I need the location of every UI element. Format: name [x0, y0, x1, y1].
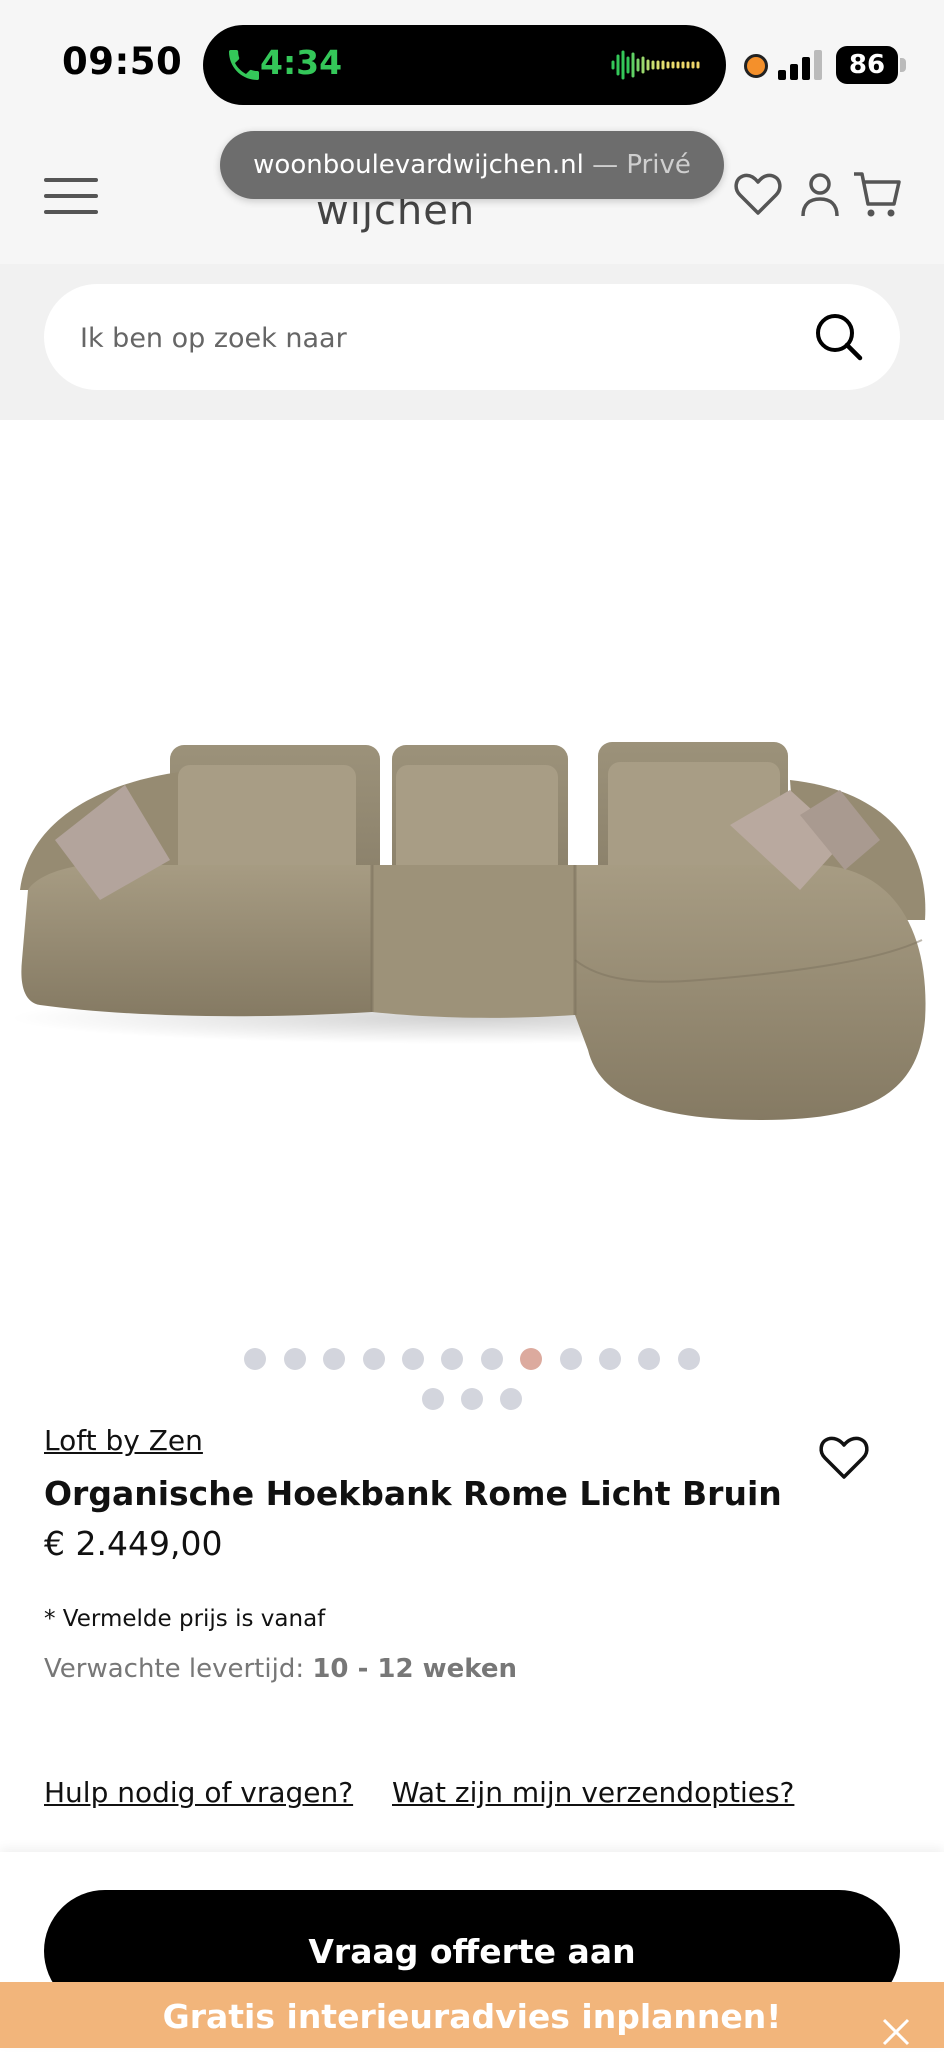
close-icon[interactable] — [880, 2012, 914, 2046]
product-image-gallery[interactable] — [0, 420, 944, 1320]
search-input[interactable] — [78, 284, 782, 392]
signal-icon — [778, 50, 822, 80]
battery-icon: 86 — [836, 46, 898, 84]
carousel-dot[interactable] — [362, 1348, 385, 1370]
dynamic-island-call[interactable]: 4:34 — [203, 25, 726, 105]
product-image[interactable] — [0, 420, 944, 1320]
carousel-dot[interactable] — [441, 1348, 464, 1370]
wishlist-heart-icon[interactable] — [818, 1434, 870, 1480]
search-icon[interactable] — [814, 312, 864, 362]
status-indicators: 86 — [740, 44, 930, 84]
delivery-time: Verwachte levertijd: 10 - 12 weken — [44, 1654, 517, 1684]
carousel-dot[interactable] — [520, 1348, 543, 1370]
carousel-dot[interactable] — [461, 1388, 483, 1410]
user-icon[interactable] — [800, 172, 840, 218]
phone-icon — [229, 50, 259, 80]
browser-private-label: — Privé — [592, 150, 691, 180]
carousel-dot[interactable] — [323, 1348, 346, 1370]
price-note: * Vermelde prijs is vanaf — [44, 1606, 326, 1632]
carousel-dot[interactable] — [480, 1348, 503, 1370]
carousel-dot[interactable] — [500, 1388, 523, 1410]
status-bar: 09:50 4:34 86 — [0, 0, 944, 128]
browser-domain: woonboulevardwijchen.nl — [253, 150, 584, 180]
help-link[interactable]: Hulp nodig of vragen? — [44, 1776, 353, 1809]
carousel-dot[interactable] — [559, 1348, 582, 1370]
carousel-dot[interactable] — [598, 1348, 621, 1370]
product-title: Organische Hoekbank Rome Licht Bruin — [44, 1474, 782, 1513]
audio-wave-icon — [611, 50, 700, 80]
battery-tip — [900, 58, 906, 72]
shipping-options-link[interactable]: Wat zijn mijn verzendopties? — [392, 1776, 794, 1809]
carousel-dot[interactable] — [677, 1348, 700, 1370]
delivery-label: Verwachte levertijd: — [44, 1654, 305, 1684]
cart-icon[interactable] — [852, 170, 902, 220]
search-box — [44, 284, 900, 392]
product-price: € 2.449,00 — [44, 1524, 223, 1563]
carousel-dot[interactable] — [244, 1348, 267, 1370]
carousel-dot[interactable] — [401, 1348, 424, 1370]
carousel-dot[interactable] — [638, 1348, 661, 1370]
carousel-dot[interactable] — [421, 1388, 444, 1410]
browser-url-pill[interactable]: woonboulevardwijchen.nl — Privé — [220, 131, 724, 199]
delivery-value: 10 - 12 weken — [312, 1654, 518, 1684]
promo-banner[interactable]: Gratis interieuradvies inplannen! — [0, 1982, 944, 2048]
call-duration: 4:34 — [260, 43, 343, 82]
status-time: 09:50 — [62, 40, 183, 83]
recording-dot-icon — [744, 54, 768, 78]
product-brand-link[interactable]: Loft by Zen — [44, 1424, 203, 1457]
menu-icon[interactable] — [44, 178, 98, 218]
search-bar-section — [0, 264, 944, 420]
heart-icon[interactable] — [734, 172, 782, 216]
carousel-dot[interactable] — [283, 1348, 306, 1370]
